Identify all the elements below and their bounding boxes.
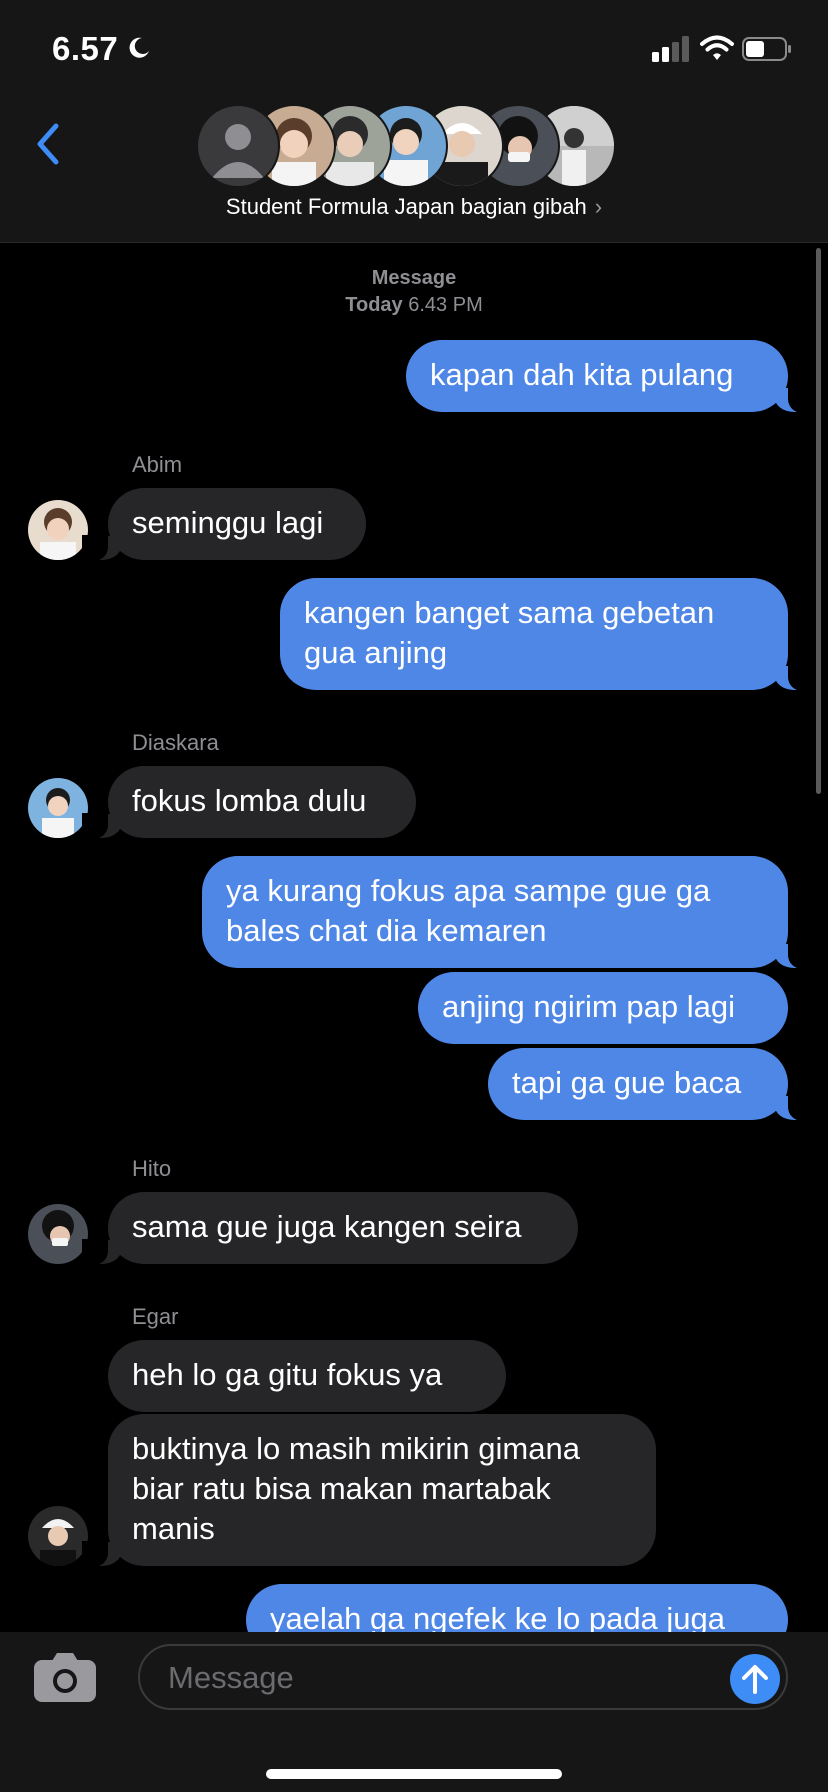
message-bubble-incoming[interactable]: seminggu lagi: [82, 488, 366, 561]
wifi-icon: [700, 35, 734, 60]
message-bubble-outgoing[interactable]: ya kurang fokus apa sampe gue ga bales c…: [202, 856, 814, 969]
message-bubble-incoming[interactable]: fokus lomba dulu: [82, 766, 416, 839]
chat-header: Student Formula Japan bagian gibah ›: [0, 96, 828, 243]
group-name-label: Student Formula Japan bagian gibah: [225, 194, 587, 219]
avatar[interactable]: [28, 500, 88, 560]
chevron-left-icon[interactable]: [28, 114, 68, 174]
send-button[interactable]: [730, 1654, 780, 1704]
timestamp: Today 6.43 PM: [0, 294, 828, 317]
status-bar: 6.57: [0, 0, 828, 96]
sender-name: Egar: [132, 1304, 179, 1329]
message-bubble-outgoing[interactable]: kangen banget sama gebetan gua anjing: [280, 578, 814, 691]
arrow-up-icon: [742, 1665, 768, 1694]
battery-icon: [742, 37, 791, 61]
avatar: [196, 104, 280, 188]
message-bubble-incoming[interactable]: heh lo ga gitu fokus ya: [108, 1340, 506, 1412]
timestamp-time: 6.43 PM: [408, 294, 483, 316]
message-bubble-outgoing[interactable]: kapan dah kita pulang: [406, 340, 814, 413]
signal-icon: [652, 36, 689, 62]
avatar[interactable]: [28, 778, 88, 838]
input-bar: [0, 1632, 828, 1792]
group-name[interactable]: Student Formula Japan bagian gibah ›: [0, 194, 828, 220]
avatar[interactable]: [28, 1204, 88, 1264]
avatar[interactable]: [28, 1506, 88, 1566]
timestamp-day: Today: [345, 294, 403, 316]
timestamp-label: Message: [371, 267, 457, 289]
message-thread[interactable]: Message Today 6.43 PM kapan dah kita pul…: [0, 243, 828, 1632]
message-bubble-incoming[interactable]: sama gue juga kangen seira: [82, 1192, 578, 1265]
scrollbar[interactable]: [816, 248, 821, 794]
sender-name: Hito: [132, 1156, 172, 1181]
chevron-right-icon: ›: [594, 194, 603, 219]
group-avatars[interactable]: [196, 104, 636, 188]
camera-icon[interactable]: [34, 1652, 96, 1702]
status-time: 6.57: [52, 30, 119, 67]
home-indicator[interactable]: [266, 1769, 562, 1779]
sender-name: Abim: [132, 452, 183, 477]
message-bubble-incoming[interactable]: buktinya lo masih mikirin gimana biar ra…: [82, 1414, 656, 1567]
message-input[interactable]: [166, 1656, 710, 1700]
message-bubble-outgoing[interactable]: tapi ga gue baca: [488, 1048, 814, 1121]
sender-name: Diaskara: [132, 730, 219, 755]
message-bubble-outgoing[interactable]: anjing ngirim pap lagi: [418, 972, 788, 1044]
message-field[interactable]: [138, 1644, 788, 1710]
moon-icon: [129, 37, 149, 58]
message-bubble-outgoing[interactable]: yaelah ga ngefek ke lo pada juga: [246, 1584, 788, 1632]
